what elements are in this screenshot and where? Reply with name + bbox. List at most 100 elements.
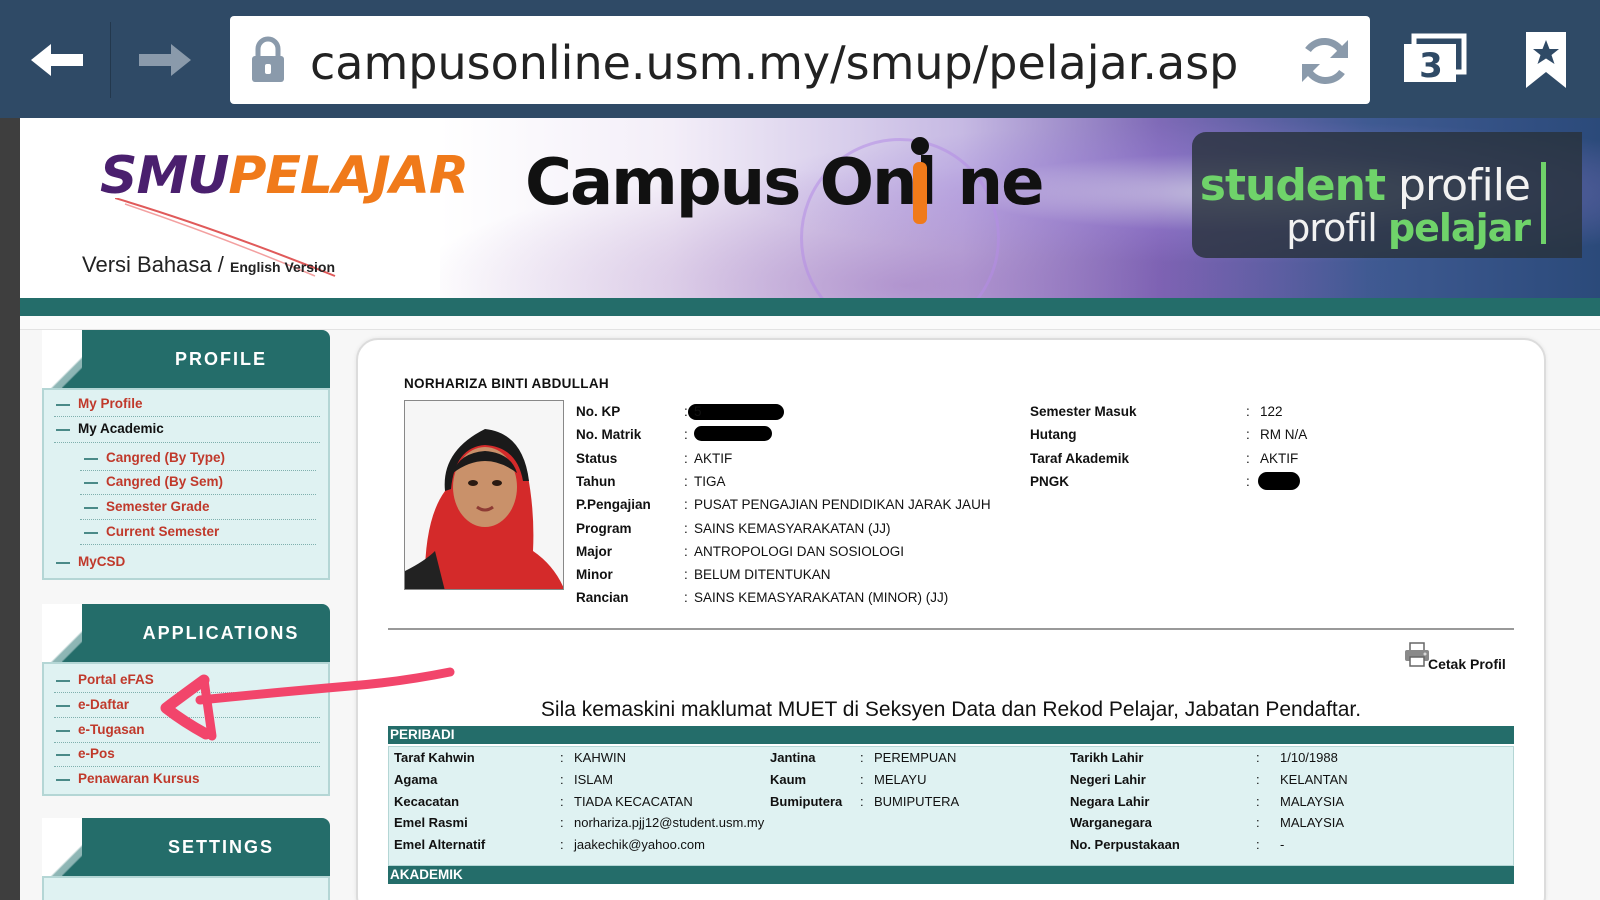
applications-section-header: APPLICATIONS <box>42 604 330 664</box>
sidebar-item-cangred-by-type[interactable]: Cangred (By Type) <box>106 450 225 465</box>
sidebar-item-portal-efas[interactable]: Portal eFAS <box>78 672 154 687</box>
lang-english-version[interactable]: English Version <box>230 259 335 275</box>
info-label-no-kp: No. KP <box>576 404 621 419</box>
peribadi-label-jantina: Jantina <box>770 750 816 765</box>
info-label-program: Program <box>576 520 632 536</box>
peribadi-label-kecacatan: Kecacatan <box>394 793 460 809</box>
logo-part-smu: SMU <box>100 146 229 206</box>
sidebar-item-e-daftar[interactable]: e-Daftar <box>78 697 129 712</box>
printer-icon[interactable] <box>1404 642 1430 668</box>
peribadi-header: PERIBADI <box>388 726 1514 744</box>
reload-icon[interactable] <box>1294 30 1356 92</box>
lang-versi-bahasa[interactable]: Versi Bahasa / <box>82 252 224 277</box>
info-label-rancian: Rancian <box>576 590 629 606</box>
info-value-rancian: SAINS KEMASYARAKATAN (MINOR) (JJ) <box>694 590 949 606</box>
info-value-semester-masuk: 122 <box>1260 404 1283 419</box>
student-photo <box>404 400 564 590</box>
info-value-p-pengajian: PUSAT PENGAJIAN PENDIDIKAN JARAK JAUH <box>694 497 991 513</box>
info-colon: : <box>684 404 688 419</box>
info-colon: : <box>684 567 688 583</box>
sidebar-item-penawaran-kursus[interactable]: Penawaran Kursus <box>78 771 200 786</box>
peribadi-label-emel-rasmi: Emel Rasmi <box>394 815 468 831</box>
info-colon: : <box>684 520 688 536</box>
info-colon: : <box>1246 450 1250 466</box>
info-colon: : <box>684 427 688 443</box>
campus-title-pre: Campus Onl <box>525 146 937 220</box>
peribadi-colon: : <box>560 793 564 809</box>
sp-accent-bar <box>1541 162 1546 244</box>
sidebar-item-mycsd[interactable]: MyCSD <box>78 554 125 569</box>
tab-count: 3 <box>1419 46 1443 86</box>
peribadi-colon: : <box>560 771 564 787</box>
peribadi-value-tarikh-lahir: 1/10/1988 <box>1280 750 1338 765</box>
lock-icon <box>252 36 284 82</box>
peribadi-colon: : <box>560 750 564 765</box>
info-label-taraf-akademik: Taraf Akademik <box>1030 450 1130 466</box>
info-label-no-matrik: No. Matrik <box>576 427 642 443</box>
peribadi-colon: : <box>860 750 864 765</box>
peribadi-value-warganegara: MALAYSIA <box>1280 815 1345 831</box>
print-profile-link[interactable]: Cetak Profil <box>1428 656 1506 672</box>
language-switch: Versi Bahasa / English Version <box>82 252 335 278</box>
student-name: NORHARIZA BINTI ABDULLAH <box>404 376 609 391</box>
sidebar-item-semester-grade[interactable]: Semester Grade <box>106 499 210 514</box>
info-colon: : <box>684 497 688 513</box>
peribadi-value-negeri-lahir: KELANTAN <box>1280 771 1348 787</box>
campus-i-icon <box>911 137 929 224</box>
sidebar-item-current-semester[interactable]: Current Semester <box>106 524 219 539</box>
sidebar-item-e-tugasan[interactable]: e-Tugasan <box>78 722 145 737</box>
sidebar-item-my-profile[interactable]: My Profile <box>78 396 143 411</box>
info-value-no-kp: 5 <box>694 404 702 419</box>
sp-line2: profil pelajar <box>1286 206 1531 250</box>
peribadi-colon: : <box>560 837 564 853</box>
peribadi-colon: : <box>1256 750 1260 765</box>
info-label-minor: Minor <box>576 567 613 583</box>
peribadi-value-emel-rasmi: norhariza.pjj12@student.usm.my <box>574 815 765 831</box>
info-label-status: Status <box>576 450 618 466</box>
peribadi-colon: : <box>860 771 864 787</box>
address-bar[interactable]: campusonline.usm.my/smup/pelajar.asp <box>230 16 1370 104</box>
peribadi-value-kecacatan: TIADA KECACATAN <box>574 793 693 809</box>
forward-button[interactable] <box>130 28 200 92</box>
peribadi-label-no-perpustakaan: No. Perpustakaan <box>1070 837 1180 853</box>
nav-divider <box>110 22 111 98</box>
peribadi-colon: : <box>1256 793 1260 809</box>
info-colon: : <box>1246 427 1250 443</box>
student-portrait-image <box>405 401 563 589</box>
sidebar-item-cangred-by-sem[interactable]: Cangred (By Sem) <box>106 474 223 489</box>
bookmark-icon[interactable] <box>1522 30 1570 90</box>
peribadi-value-emel-alternatif: jaakechik@yahoo.com <box>574 837 705 853</box>
campus-online-title: Campus Onl ne <box>525 146 1045 220</box>
peribadi-label-emel-alternatif: Emel Alternatif <box>394 837 486 853</box>
info-value-hutang: RM N/A <box>1260 427 1308 443</box>
info-colon: : <box>684 473 688 489</box>
settings-menu <box>42 876 330 900</box>
peribadi-label-taraf-kahwin: Taraf Kahwin <box>394 750 475 765</box>
back-button[interactable] <box>22 28 92 92</box>
applications-header-label: APPLICATIONS <box>142 623 300 643</box>
peribadi-colon: : <box>860 793 864 809</box>
peribadi-colon: : <box>1256 815 1260 831</box>
redaction-no-kp <box>688 404 784 420</box>
info-value-status: AKTIF <box>694 450 733 466</box>
muet-notice: Sila kemaskini maklumat MUET di Seksyen … <box>540 698 1362 721</box>
back-arrow-icon <box>31 44 83 76</box>
peribadi-label-negeri-lahir: Negeri Lahir <box>1070 771 1146 787</box>
info-label-major: Major <box>576 543 613 559</box>
info-value-major: ANTROPOLOGI DAN SOSIOLOGI <box>694 543 905 559</box>
profile-section-header: PROFILE <box>42 330 330 390</box>
profile-menu: My Profile My Academic Cangred (By Type)… <box>42 388 330 580</box>
sidebar-item-my-academic[interactable]: My Academic <box>78 421 164 436</box>
info-value-taraf-akademik: AKTIF <box>1260 450 1299 466</box>
campus-title-post: ne <box>957 146 1045 220</box>
redaction-pngk <box>1258 472 1300 490</box>
smupelajar-logo[interactable]: SMUPELAJAR <box>100 146 469 206</box>
peribadi-label-warganegara: Warganegara <box>1070 815 1152 831</box>
settings-section-header: SETTINGS <box>42 818 330 878</box>
info-value-tahun: TIGA <box>694 473 726 489</box>
peribadi-value-jantina: PEREMPUAN <box>874 750 957 765</box>
info-colon: : <box>684 543 688 559</box>
info-colon: : <box>1246 404 1250 419</box>
peribadi-colon: : <box>1256 771 1260 787</box>
sidebar-item-e-pos[interactable]: e-Pos <box>78 746 115 761</box>
